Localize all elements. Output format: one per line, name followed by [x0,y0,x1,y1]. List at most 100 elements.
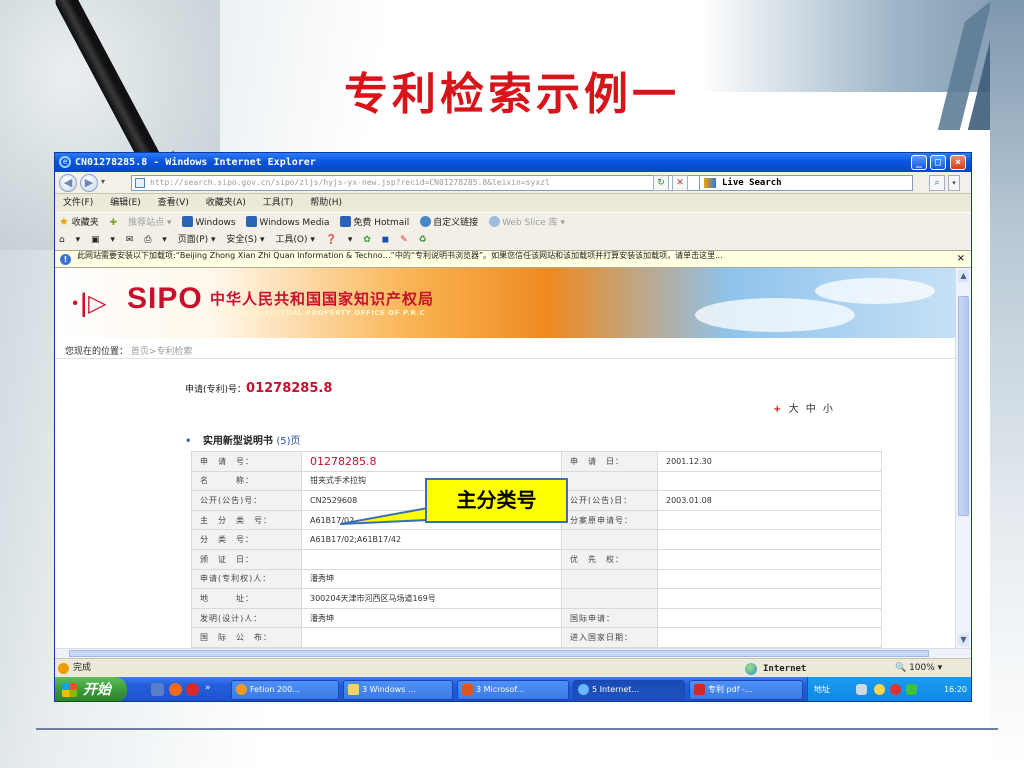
search-input[interactable]: Live Search [699,175,913,191]
fav-link-hotmail[interactable]: 免费 Hotmail [353,218,409,228]
scroll-down-icon[interactable]: ▼ [958,634,969,646]
menu-file[interactable]: 文件(F) [63,198,93,208]
application-number: 申请(专利)号：01278285.8 [185,381,333,396]
field-label: 发明(设计)人： [191,607,302,629]
menu-help[interactable]: 帮助(H) [310,198,342,208]
home-icon[interactable]: ⌂ [59,235,65,245]
tools-menu[interactable]: 工具(O) ▾ [275,235,315,245]
task-pdf[interactable]: 专利 pdf -... [689,680,803,700]
antivirus-icon[interactable] [890,684,901,695]
add-favorite-icon[interactable]: ✚ [110,218,118,228]
field-label: 地 址： [191,588,302,609]
address-url: http://search.sipo.gov.cn/sipo/zljs/hyjs… [150,178,550,187]
banner-cloud [695,298,855,332]
fetion-icon [236,684,247,695]
field-label: 分 类 号： [191,529,302,550]
quicklaunch-more-icon[interactable]: » [205,683,211,693]
minimize-button[interactable]: _ [911,155,927,170]
fav-link-custom[interactable]: 自定义链接 [433,218,478,228]
windows-media-icon [246,216,258,227]
ime-icon[interactable] [874,684,885,695]
refresh-icon[interactable]: ↻ [653,175,669,191]
firefox-quicklaunch-icon[interactable] [169,683,182,696]
page-menu[interactable]: 页面(P) ▾ [178,235,216,245]
security-zone[interactable]: Internet [745,660,806,678]
help-icon[interactable]: ❓ [326,235,337,245]
horizontal-scrollbar[interactable] [55,648,971,658]
blog-icon[interactable]: ✎ [400,235,408,245]
hscroll-thumb[interactable] [69,650,929,657]
vertical-scrollbar[interactable]: ▲ ▼ [955,268,971,648]
breadcrumb-path[interactable]: 首页>专利检索 [131,347,193,357]
address-input[interactable]: http://search.sipo.gov.cn/sipo/zljs/hyjs… [131,175,719,191]
breadcrumb-divider [55,358,955,359]
search-go-icon[interactable]: ⌕ [929,175,945,191]
menu-favorites[interactable]: 收藏夹(A) [206,198,246,208]
translate-icon[interactable]: ♻ [419,235,427,245]
menu-edit[interactable]: 编辑(E) [110,198,141,208]
task-fetion[interactable]: Fetion 200... [231,680,339,700]
stop-icon[interactable]: ✕ [672,175,688,191]
messenger-icon[interactable]: ✿ [363,235,371,245]
field-label: 申请(专利权)人： [191,568,302,590]
menu-tools[interactable]: 工具(T) [263,198,294,208]
maximize-button[interactable]: □ [930,155,946,170]
fav-link-web-slice[interactable]: Web Slice 库 ▾ [502,218,565,228]
close-button[interactable]: × [950,155,966,170]
print-icon[interactable]: ⎙ [144,235,151,245]
back-button[interactable]: ◀ [59,174,77,192]
feeds-icon[interactable]: ▣ [91,235,100,245]
clock[interactable]: 16:20 [944,677,967,701]
zoom-level[interactable]: 🔍 100% ▾ [895,659,942,677]
sipo-banner: ·|▷ SIPO 中华人民共和国国家知识产权局 STATE INTELLECTU… [55,268,955,338]
task-internet-explorer[interactable]: 5 Internet... [573,680,685,700]
search-options-icon[interactable]: ▾ [948,175,960,191]
research-icon[interactable]: ◼ [382,235,389,245]
field-label: 申 请 日： [561,451,658,472]
scroll-up-icon[interactable]: ▲ [958,270,969,282]
status-done-icon [58,663,69,674]
breadcrumb: 您现在的位置： 首页>专利检索 [65,347,193,357]
infobar-close-icon[interactable]: × [957,254,965,264]
windows-flag-icon [62,683,77,697]
table-row: 分 类 号： A61B17/02;A61B17/42 [191,529,882,550]
safety-menu[interactable]: 安全(S) ▾ [226,235,264,245]
field-value: 2003.01.08 [657,490,882,511]
network-icon[interactable] [906,684,917,695]
field-label: 分案原申请号： [561,509,658,531]
forward-button[interactable]: ▶ [80,174,98,192]
information-bar[interactable]: ! 此网站需要安装以下加载项:“Beijing Zhong Xian Zhi Q… [55,250,971,268]
fav-link-suggested[interactable]: 推荐站点 ▾ [128,218,171,228]
bullet-icon: • [185,436,192,447]
task-windows-explorer[interactable]: 3 Windows ... [343,680,453,700]
font-size-options[interactable]: 大 中 小 [789,404,835,415]
page-viewport: ·|▷ SIPO 中华人民共和国国家知识产权局 STATE INTELLECTU… [55,268,955,648]
window-titlebar[interactable]: e CN01278285.8 - Windows Internet Explor… [55,153,971,172]
fav-link-windows[interactable]: Windows [195,218,235,228]
fav-link-windows-media[interactable]: Windows Media [259,218,329,228]
field-value: 01278285.8 [301,451,562,472]
scroll-thumb[interactable] [958,296,969,516]
favorites-button[interactable]: 收藏夹 [72,218,99,228]
desktop-quicklaunch-icon[interactable] [151,683,164,696]
address-toolbar-label[interactable]: 地址 [814,685,830,694]
field-label: 进入国家日期： [561,627,658,648]
help-dropdown[interactable]: ▾ [348,235,353,245]
page-count-link[interactable]: (5)页 [276,436,300,447]
mail-icon[interactable]: ✉ [126,235,134,245]
keyboard-icon[interactable] [856,684,867,695]
folder-icon [348,684,359,695]
feeds-dropdown[interactable]: ▾ [110,235,115,245]
powerpoint-icon [462,684,473,695]
app-quicklaunch-icon[interactable] [186,683,199,696]
table-row: 地 址： 300204天津市河西区马场道169号 [191,588,882,609]
task-microsoft-office[interactable]: 3 Microsof... [457,680,569,700]
page-icon [135,178,145,188]
home-dropdown[interactable]: ▾ [76,235,81,245]
print-dropdown[interactable]: ▾ [162,235,167,245]
history-dropdown-icon[interactable]: ▾ [101,177,105,186]
field-value [301,548,562,570]
menu-view[interactable]: 查看(V) [158,198,189,208]
start-button[interactable]: 开始 [55,677,127,701]
taskbar: 开始 » Fetion 200... 3 Windows ... 3 Micro… [55,677,971,701]
